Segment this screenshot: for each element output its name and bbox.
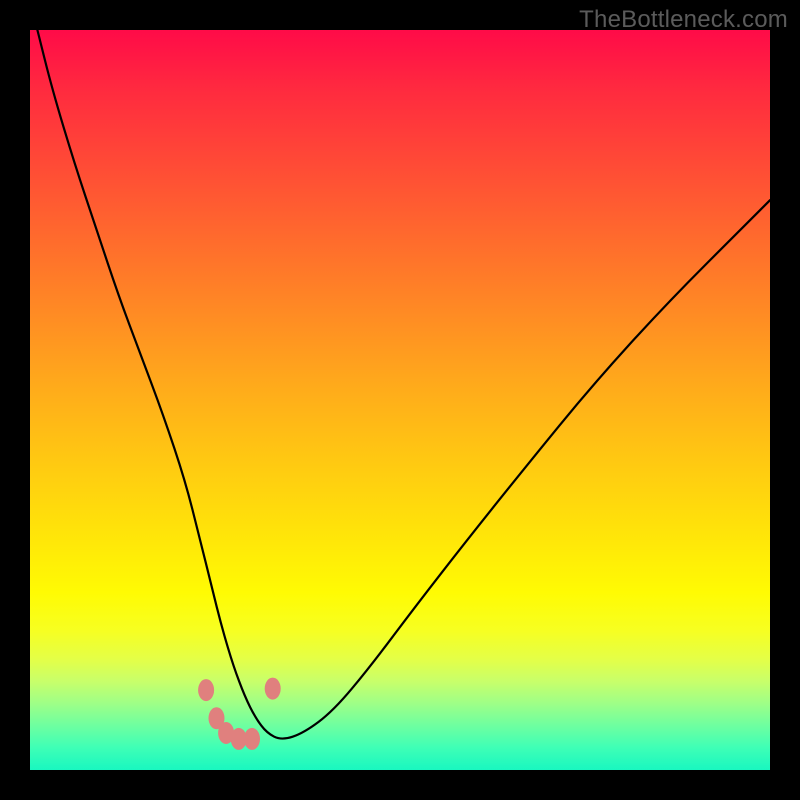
curve-svg	[30, 30, 770, 770]
curve-marker	[244, 728, 260, 750]
chart-frame: TheBottleneck.com	[0, 0, 800, 800]
curve-marker	[198, 679, 214, 701]
curve-markers	[198, 678, 281, 750]
plot-area	[30, 30, 770, 770]
watermark-text: TheBottleneck.com	[579, 6, 788, 34]
bottleneck-curve	[37, 30, 770, 739]
curve-marker	[265, 678, 281, 700]
